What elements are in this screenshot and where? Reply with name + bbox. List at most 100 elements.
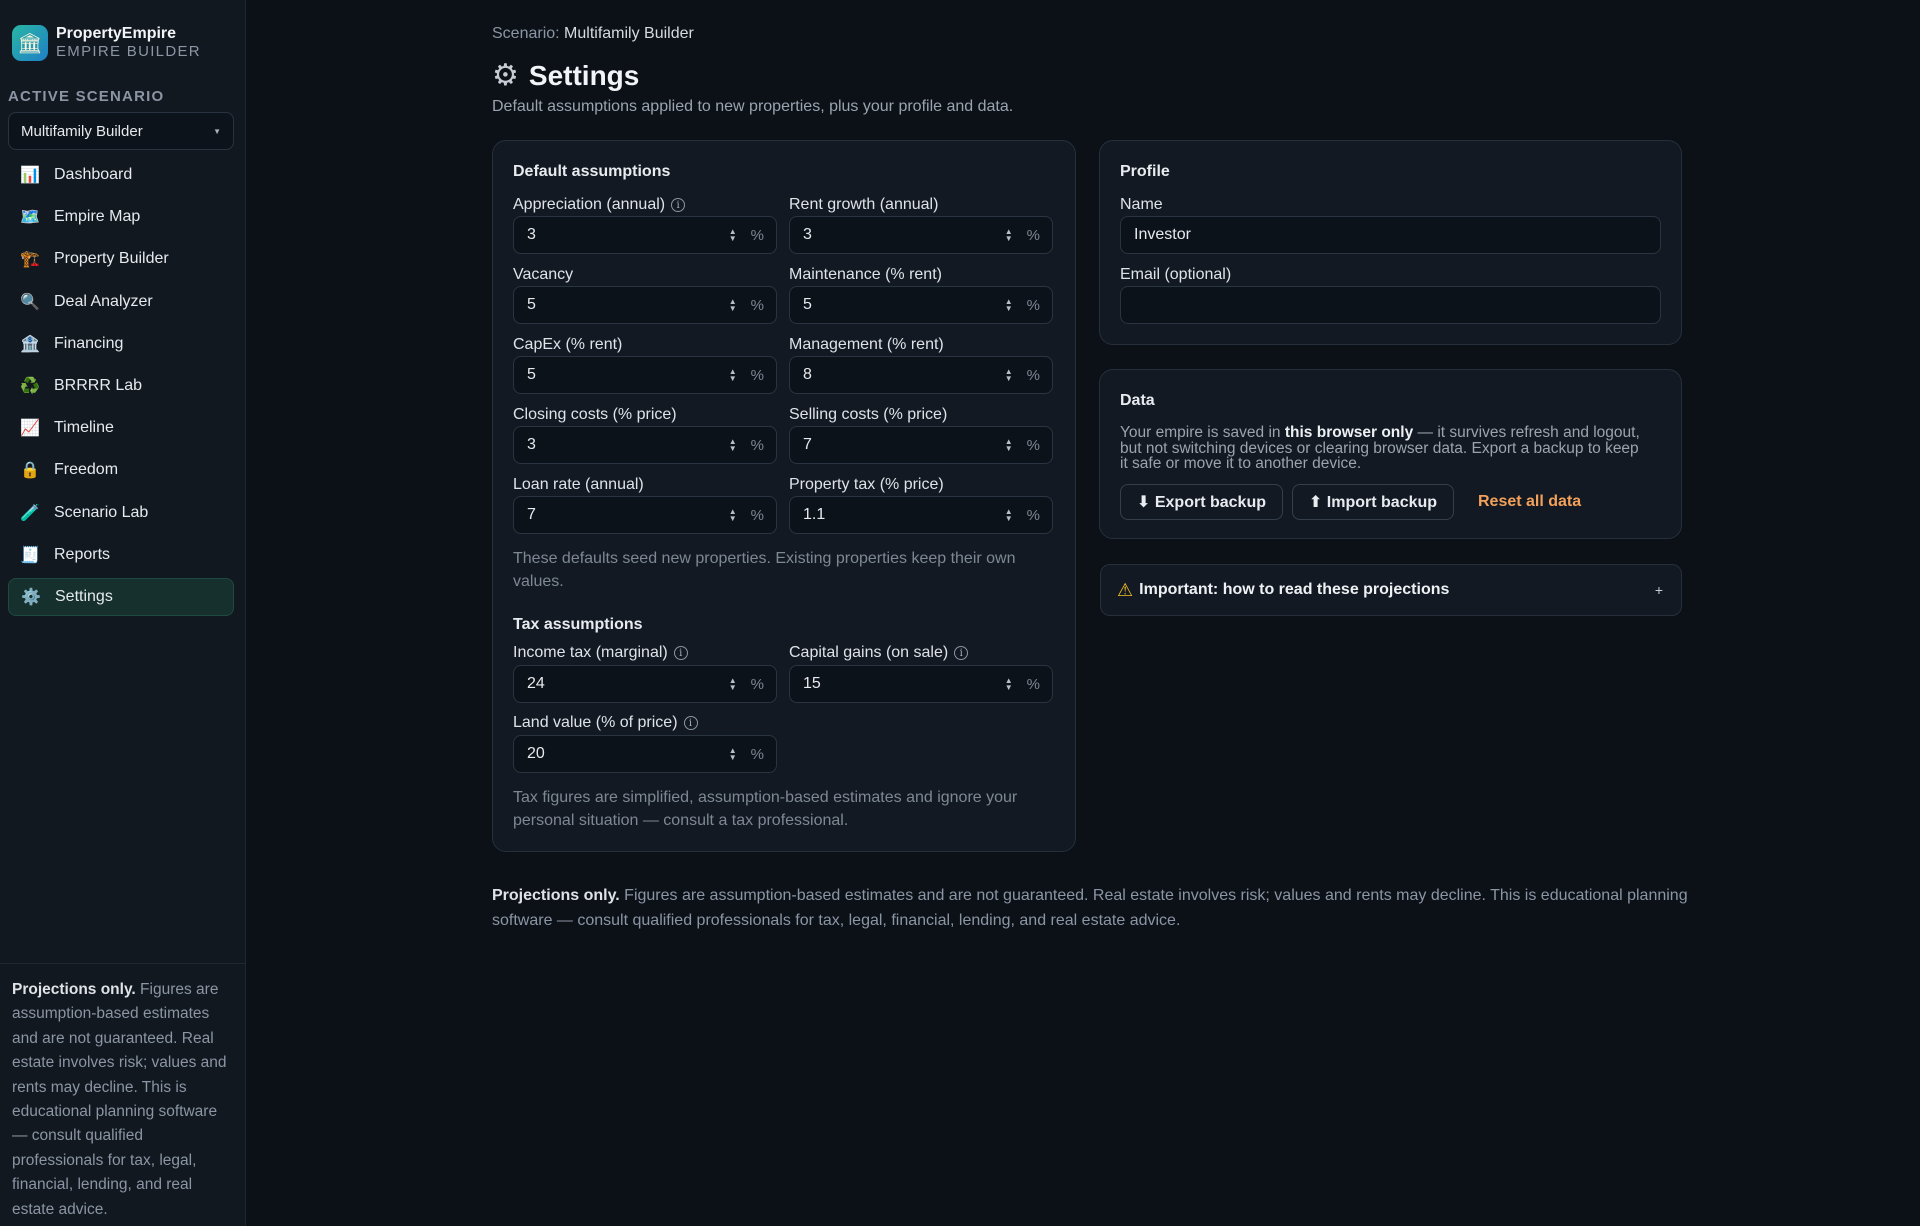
field-label: Selling costs (% price) xyxy=(789,406,948,423)
field-value: 5 xyxy=(527,296,536,313)
stepper-icon[interactable]: ▲ ▼ xyxy=(727,228,739,243)
sidebar-item-timeline[interactable]: 📈 Timeline xyxy=(8,409,234,447)
sidebar-item-deal-analyzer[interactable]: 🔍 Deal Analyzer xyxy=(8,283,234,321)
unit-label: % xyxy=(750,675,764,693)
breadcrumb-scenario: Multifamily Builder xyxy=(564,25,694,42)
closing-costs-input[interactable]: 3 ▲ ▼ % xyxy=(513,426,777,464)
sidebar-item-property-builder[interactable]: 🏗️ Property Builder xyxy=(8,240,234,278)
unit-label: % xyxy=(1026,436,1040,454)
active-scenario-label: ACTIVE SCENARIO xyxy=(8,88,165,105)
field-value: 3 xyxy=(803,226,812,243)
field-label: Rent growth (annual) xyxy=(789,196,939,213)
stepper-icon[interactable]: ▲ ▼ xyxy=(727,508,739,523)
stepper-icon[interactable]: ▲ ▼ xyxy=(727,368,739,383)
management-input[interactable]: 8 ▲ ▼ % xyxy=(789,356,1053,394)
sidebar-nav: 📊 Dashboard 🗺️ Empire Map 🏗️ Property Bu… xyxy=(8,156,234,620)
field-label: Property tax (% price) xyxy=(789,476,944,493)
vacancy-label: Vacancy xyxy=(513,266,573,284)
sidebar: 🏛 PropertyEmpire EMPIRE BUILDER ACTIVE S… xyxy=(0,0,246,1226)
field-value: 15 xyxy=(803,675,821,692)
sidebar-item-freedom[interactable]: 🔒 Freedom xyxy=(8,451,234,489)
capital-gains-input[interactable]: 15 ▲ ▼ % xyxy=(789,665,1053,703)
receipt-icon: 🧾 xyxy=(20,546,40,564)
appreciation-input[interactable]: 3 ▲ ▼ % xyxy=(513,216,777,254)
stepper-icon[interactable]: ▲ ▼ xyxy=(727,747,739,762)
card-title: Data xyxy=(1120,392,1155,409)
data-card: Data Your empire is saved in this browse… xyxy=(1099,369,1682,539)
stepper-icon[interactable]: ▲ ▼ xyxy=(1003,677,1015,692)
stepper-icon[interactable]: ▲ ▼ xyxy=(1003,298,1015,313)
unit-label: % xyxy=(750,366,764,384)
default-assumptions-card: Default assumptions Appreciation (annual… xyxy=(492,140,1076,852)
sidebar-item-brrrr-lab[interactable]: ♻️ BRRRR Lab xyxy=(8,367,234,405)
bank-icon: 🏛 xyxy=(12,25,48,61)
sidebar-item-label: Reports xyxy=(54,545,111,563)
info-icon[interactable]: i xyxy=(671,198,686,212)
sidebar-item-scenario-lab[interactable]: 🧪 Scenario Lab xyxy=(8,494,234,532)
brand[interactable]: 🏛 PropertyEmpire EMPIRE BUILDER xyxy=(12,25,201,61)
sidebar-item-label: Empire Map xyxy=(54,208,141,226)
import-backup-button[interactable]: ⬆ Import backup xyxy=(1292,484,1454,520)
field-value: 3 xyxy=(527,226,536,243)
page-subtitle: Default assumptions applied to new prope… xyxy=(492,98,1014,115)
loan-rate-label: Loan rate (annual) xyxy=(513,476,644,494)
stepper-icon[interactable]: ▲ ▼ xyxy=(727,298,739,313)
map-icon: 🗺️ xyxy=(20,209,40,227)
stepper-icon[interactable]: ▲ ▼ xyxy=(727,438,739,453)
info-icon[interactable]: i xyxy=(954,646,969,660)
sidebar-item-label: Dashboard xyxy=(54,166,133,183)
capital-gains-label: Capital gains (on sale) i xyxy=(789,644,969,662)
property-tax-label: Property tax (% price) xyxy=(789,476,944,494)
export-backup-button[interactable]: ⬇ Export backup xyxy=(1120,484,1283,520)
data-description: Your empire is saved in this browser onl… xyxy=(1120,425,1640,472)
land-value-input[interactable]: 20 ▲ ▼ % xyxy=(513,735,777,773)
sidebar-item-label: Settings xyxy=(55,587,113,605)
field-label: Management (% rent) xyxy=(789,336,944,353)
field-value: 24 xyxy=(527,675,545,692)
vacancy-input[interactable]: 5 ▲ ▼ % xyxy=(513,286,777,324)
field-value: 5 xyxy=(527,366,536,383)
rent-growth-input[interactable]: 3 ▲ ▼ % xyxy=(789,216,1053,254)
closing-costs-label: Closing costs (% price) xyxy=(513,406,677,424)
stepper-icon[interactable]: ▲ ▼ xyxy=(1003,438,1015,453)
field-label: Closing costs (% price) xyxy=(513,406,677,423)
income-tax-input[interactable]: 24 ▲ ▼ % xyxy=(513,665,777,703)
unit-label: % xyxy=(1026,675,1040,693)
field-label: Capital gains (on sale) xyxy=(789,644,949,661)
sidebar-item-financing[interactable]: 🏦 Financing xyxy=(8,325,234,363)
warning-icon: ⚠ xyxy=(1117,579,1134,600)
capex-input[interactable]: 5 ▲ ▼ % xyxy=(513,356,777,394)
email-field[interactable] xyxy=(1120,286,1661,324)
bank-icon: 🏦 xyxy=(20,335,40,353)
sidebar-item-label: Financing xyxy=(54,334,124,352)
sidebar-item-reports[interactable]: 🧾 Reports xyxy=(8,536,234,574)
disclaimer-text: Figures are assumption-based estimates a… xyxy=(12,981,227,1218)
selling-costs-input[interactable]: 7 ▲ ▼ % xyxy=(789,426,1053,464)
unit-label: % xyxy=(1026,506,1040,524)
info-icon[interactable]: i xyxy=(683,716,698,730)
main-disclaimer: Projections only. Figures are assumption… xyxy=(492,884,1692,933)
stepper-icon[interactable]: ▲ ▼ xyxy=(1003,508,1015,523)
unit-label: % xyxy=(1026,366,1040,384)
sidebar-item-label: Scenario Lab xyxy=(54,503,149,521)
name-field[interactable]: Investor xyxy=(1120,216,1661,254)
info-icon[interactable]: i xyxy=(673,646,688,660)
loan-rate-input[interactable]: 7 ▲ ▼ % xyxy=(513,496,777,534)
data-text-pre: Your empire is saved in xyxy=(1120,424,1285,441)
sidebar-item-settings[interactable]: ⚙️ Settings xyxy=(8,577,234,616)
card-title: Profile xyxy=(1120,163,1170,180)
field-value: 5 xyxy=(803,296,812,313)
projections-accordion[interactable]: ⚠ Important: how to read these projectio… xyxy=(1100,564,1682,616)
stepper-icon[interactable]: ▲ ▼ xyxy=(1003,368,1015,383)
stepper-icon[interactable]: ▲ ▼ xyxy=(727,677,739,692)
income-tax-label: Income tax (marginal) i xyxy=(513,644,688,662)
stepper-icon[interactable]: ▲ ▼ xyxy=(1003,228,1015,243)
sidebar-item-label: Timeline xyxy=(54,419,114,437)
sidebar-disclaimer: Projections only. Figures are assumption… xyxy=(0,963,246,1226)
maintenance-input[interactable]: 5 ▲ ▼ % xyxy=(789,286,1053,324)
sidebar-item-dashboard[interactable]: 📊 Dashboard xyxy=(8,156,234,194)
reset-all-data-button[interactable]: Reset all data xyxy=(1478,493,1581,511)
scenario-select[interactable]: Multifamily Builder ▼ xyxy=(8,112,234,150)
property-tax-input[interactable]: 1.1 ▲ ▼ % xyxy=(789,496,1053,534)
sidebar-item-empire-map[interactable]: 🗺️ Empire Map xyxy=(8,198,234,236)
